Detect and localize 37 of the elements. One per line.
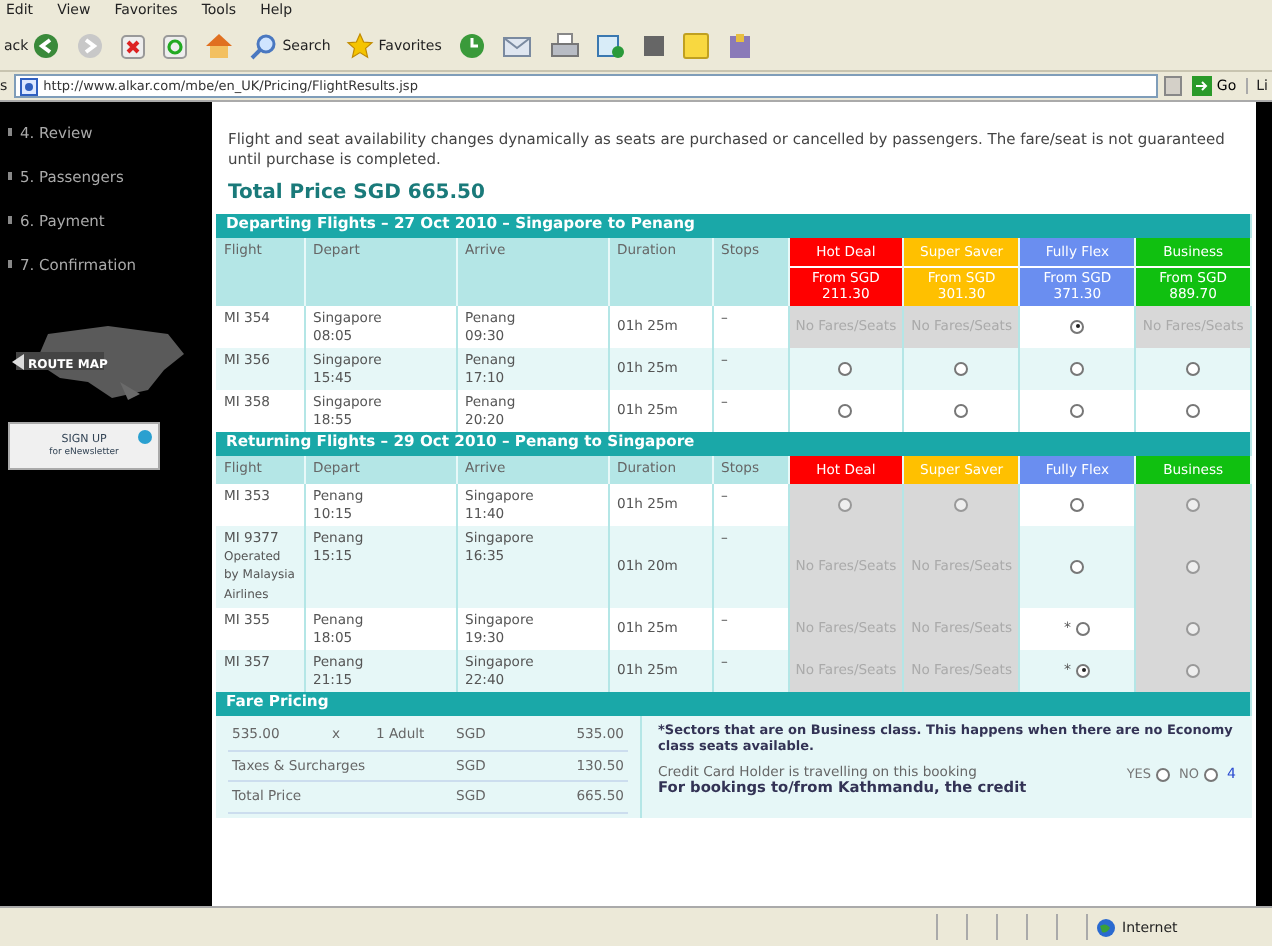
toolbar-button[interactable] [116, 31, 151, 61]
dropdown-button[interactable] [1164, 76, 1183, 96]
note-icon [681, 32, 710, 60]
printer-icon [549, 32, 580, 60]
arrow-circle-icon [138, 430, 152, 444]
square-icon [641, 34, 666, 58]
toolbar-button[interactable] [158, 31, 193, 61]
tools-icon [725, 32, 754, 60]
toolbar-button[interactable] [591, 30, 630, 62]
page-icon [19, 77, 38, 95]
total-price: Total Price SGD 665.50 [228, 182, 487, 204]
fare-radio[interactable] [1070, 361, 1085, 376]
fare-radio[interactable] [1070, 319, 1085, 334]
search-icon [250, 32, 279, 60]
star-icon [346, 32, 375, 60]
refresh-icon [162, 33, 189, 59]
forward-icon [76, 32, 105, 60]
fare-radio[interactable] [1076, 621, 1091, 636]
back-icon [32, 32, 61, 60]
mail-icon [501, 32, 534, 60]
toolbar-button[interactable] [545, 30, 584, 62]
fare-radio[interactable] [1070, 497, 1085, 512]
fare-radio[interactable] [1070, 559, 1085, 574]
fare-radio[interactable] [954, 403, 969, 418]
home-icon [204, 32, 235, 60]
fare-radio[interactable] [1076, 663, 1091, 678]
fare-radio[interactable] [1070, 403, 1085, 418]
fare-radio[interactable] [1186, 403, 1201, 418]
fare-radio[interactable] [1186, 361, 1201, 376]
edit-icon [595, 32, 626, 60]
globe-icon [1096, 917, 1116, 937]
fare-radio[interactable] [838, 403, 853, 418]
stop-icon [120, 33, 147, 59]
fare-radio[interactable] [838, 361, 853, 376]
go-arrow-icon [1192, 76, 1213, 96]
fare-radio[interactable] [954, 361, 969, 376]
history-icon [457, 32, 486, 60]
